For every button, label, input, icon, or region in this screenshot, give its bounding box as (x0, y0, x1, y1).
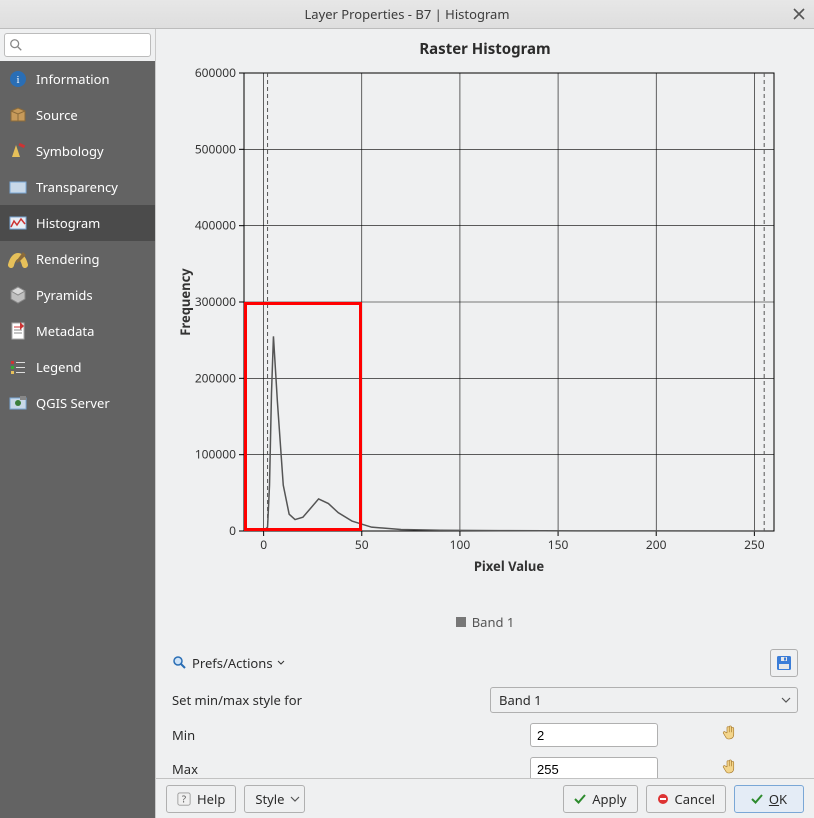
chart-legend: Band 1 (172, 613, 798, 631)
floppy-disk-icon (776, 655, 792, 671)
pyramids-icon (8, 285, 28, 305)
style-button[interactable]: Style (244, 785, 305, 813)
help-icon: ? (177, 792, 191, 806)
transparency-icon (8, 177, 28, 197)
pick-min-button[interactable] (721, 724, 739, 746)
svg-text:400000: 400000 (195, 217, 236, 234)
legend-swatch-icon (456, 617, 466, 627)
sidebar-item-symbology[interactable]: Symbology (0, 133, 155, 169)
sidebar-item-pyramids[interactable]: Pyramids (0, 277, 155, 313)
search-field[interactable] (27, 37, 146, 54)
metadata-icon (8, 321, 28, 341)
svg-text:?: ? (182, 792, 186, 805)
zoom-icon (172, 655, 188, 671)
chevron-down-icon (277, 659, 285, 667)
svg-text:100000: 100000 (195, 446, 236, 463)
svg-text:500000: 500000 (195, 140, 236, 157)
titlebar: Layer Properties - B7 | Histogram (0, 0, 814, 29)
sidebar-item-information[interactable]: i Information (0, 61, 155, 97)
max-label: Max (172, 760, 522, 778)
apply-button[interactable]: Apply (563, 785, 637, 813)
chevron-down-icon (290, 794, 300, 804)
source-icon (8, 105, 28, 125)
sidebar-item-label: Metadata (36, 322, 94, 340)
help-button[interactable]: ? Help (166, 785, 236, 813)
histogram-icon (8, 213, 28, 233)
band-combo[interactable]: Band 1 (490, 687, 798, 713)
rendering-icon (8, 249, 28, 269)
sidebar-item-label: Symbology (36, 142, 104, 160)
svg-text:300000: 300000 (195, 293, 236, 310)
close-icon[interactable] (790, 5, 808, 23)
svg-text:i: i (16, 74, 19, 86)
legend-icon (8, 357, 28, 377)
sidebar: i Information Source Symbology Transparency H… (0, 61, 155, 818)
sidebar-item-metadata[interactable]: Metadata (0, 313, 155, 349)
sidebar-item-histogram[interactable]: Histogram (0, 205, 155, 241)
svg-text:0: 0 (229, 522, 236, 539)
legend-label: Band 1 (472, 613, 515, 631)
sidebar-item-legend[interactable]: Legend (0, 349, 155, 385)
min-input[interactable] (530, 723, 658, 747)
sidebar-item-label: Information (36, 70, 110, 88)
sidebar-item-label: QGIS Server (36, 394, 110, 412)
hand-icon (721, 724, 739, 742)
prefs-actions-label: Prefs/Actions (192, 654, 273, 672)
sidebar-item-label: Legend (36, 358, 82, 376)
svg-text:600000: 600000 (195, 64, 236, 81)
style-label: Style (255, 790, 284, 808)
cancel-label: Cancel (675, 790, 715, 808)
sidebar-item-label: Transparency (36, 178, 118, 196)
sidebar-item-label: Pyramids (36, 286, 93, 304)
set-minmax-label: Set min/max style for (172, 691, 482, 709)
apply-label: Apply (592, 790, 626, 808)
chart-title: Raster Histogram (172, 39, 798, 59)
min-label: Min (172, 726, 522, 744)
sidebar-item-label: Histogram (36, 214, 100, 232)
svg-text:Pixel Value: Pixel Value (474, 557, 545, 575)
save-histogram-button[interactable] (770, 649, 798, 677)
hand-icon (721, 758, 739, 776)
sidebar-item-qgis-server[interactable]: QGIS Server (0, 385, 155, 421)
sidebar-item-label: Source (36, 106, 78, 124)
svg-text:250: 250 (744, 536, 765, 553)
ok-label: OK (769, 790, 787, 808)
check-icon (574, 793, 586, 805)
prefs-actions-button[interactable]: Prefs/Actions (172, 654, 285, 672)
svg-text:0: 0 (260, 536, 267, 553)
sidebar-item-transparency[interactable]: Transparency (0, 169, 155, 205)
dialog-button-bar: ? Help Style Apply Cancel OK (156, 778, 814, 818)
svg-text:100: 100 (450, 536, 471, 553)
help-label: Help (197, 790, 225, 808)
stop-icon (657, 793, 669, 805)
histogram-chart: Raster Histogram 0 50 100 150 200 250 0 100000 2… (172, 39, 798, 631)
window-title: Layer Properties - B7 | Histogram (304, 5, 509, 23)
svg-text:Frequency: Frequency (176, 268, 194, 336)
cancel-button[interactable]: Cancel (646, 785, 726, 813)
information-icon: i (8, 69, 28, 89)
chart-svg: 0 50 100 150 200 250 0 100000 200000 300000 400000… (172, 63, 792, 603)
search-input[interactable] (4, 33, 151, 57)
band-combo-value: Band 1 (499, 691, 542, 709)
pick-max-button[interactable] (721, 758, 739, 778)
svg-text:200: 200 (646, 536, 667, 553)
chevron-down-icon (781, 691, 791, 709)
sidebar-item-label: Rendering (36, 250, 100, 268)
svg-text:200000: 200000 (195, 369, 236, 386)
qgis-server-icon (8, 393, 28, 413)
search-icon (9, 38, 23, 52)
max-input[interactable] (530, 757, 658, 778)
sidebar-item-source[interactable]: Source (0, 97, 155, 133)
svg-text:50: 50 (355, 536, 369, 553)
ok-button[interactable]: OK (734, 785, 804, 813)
sidebar-item-rendering[interactable]: Rendering (0, 241, 155, 277)
svg-text:150: 150 (548, 536, 569, 553)
symbology-icon (8, 141, 28, 161)
check-icon (751, 793, 763, 805)
